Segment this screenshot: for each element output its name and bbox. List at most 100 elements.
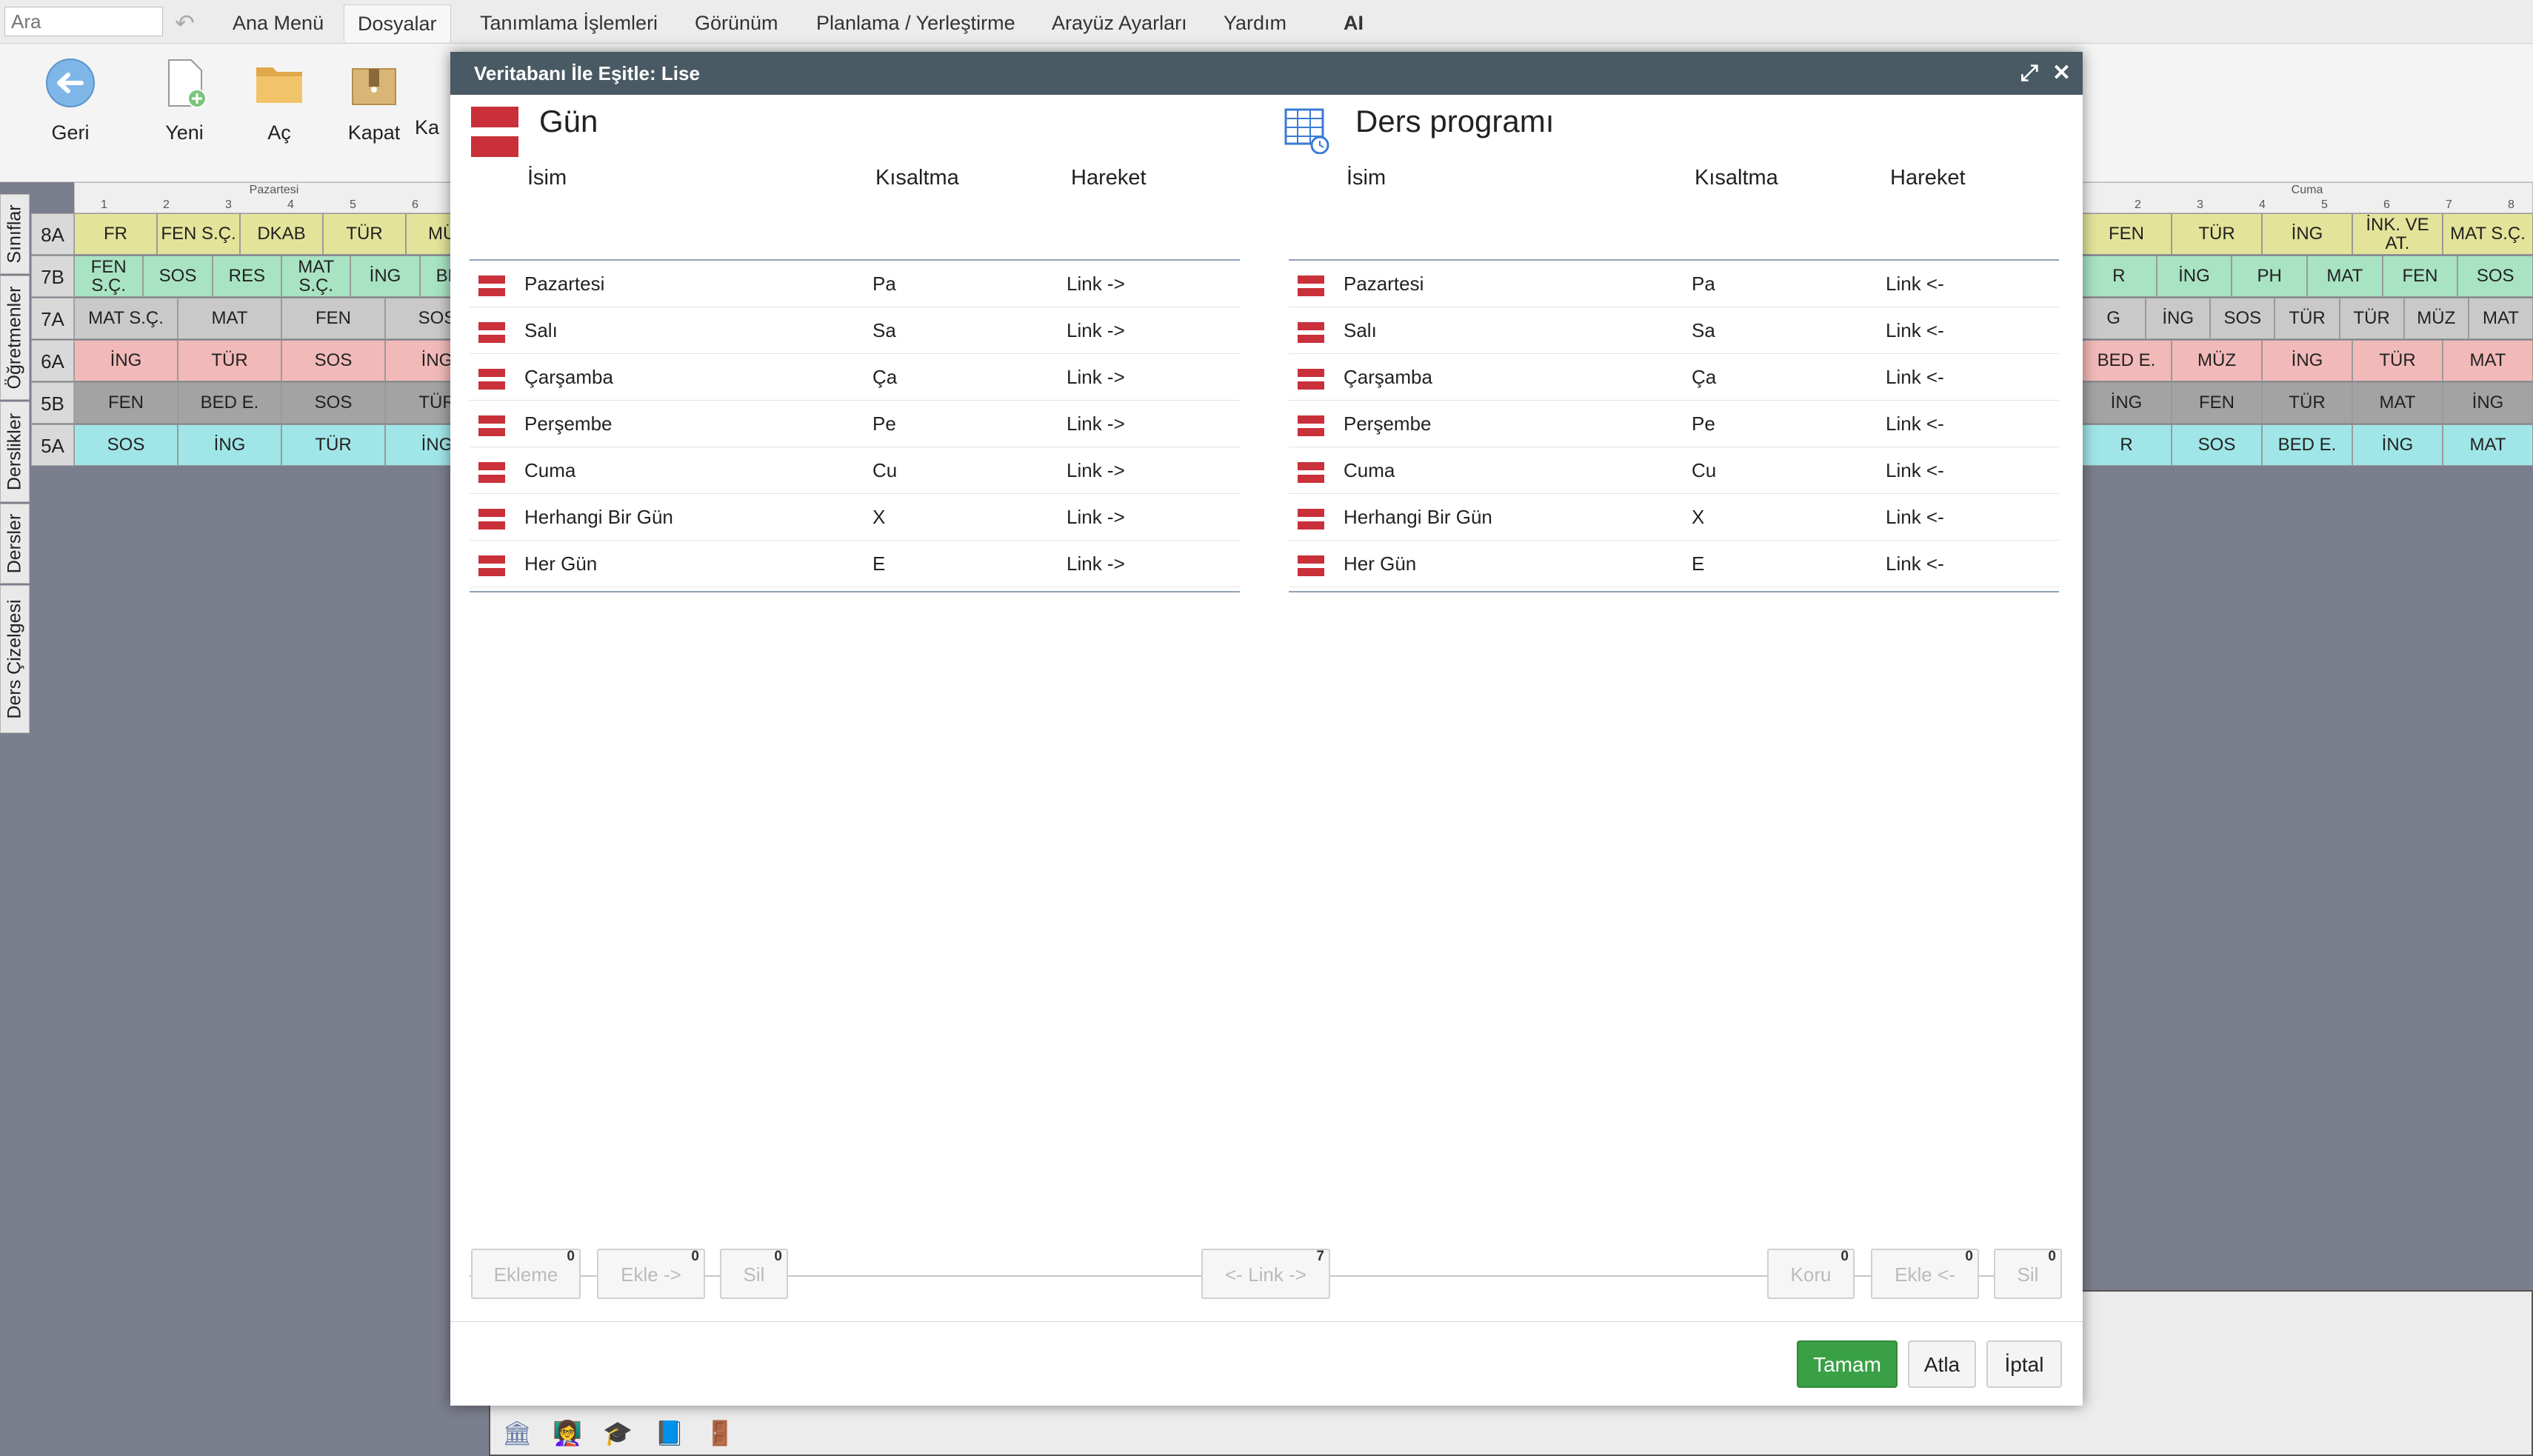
- new-button[interactable]: Yeni: [144, 57, 225, 144]
- lesson-cell[interactable]: SOS: [2457, 256, 2533, 297]
- lesson-cell[interactable]: BED E.: [2262, 424, 2352, 466]
- col-header-name[interactable]: İsim: [1346, 166, 1386, 190]
- table-row[interactable]: Her Gün E Link ->: [470, 541, 1240, 587]
- class-label[interactable]: 5A: [31, 424, 74, 466]
- close-icon[interactable]: ✕: [2052, 52, 2071, 95]
- row-action[interactable]: Link ->: [1067, 541, 1125, 587]
- table-row[interactable]: Herhangi Bir Gün X Link ->: [470, 494, 1240, 541]
- graduation-cap-icon[interactable]: 🎓: [603, 1419, 633, 1447]
- lesson-cell[interactable]: DKAB: [240, 213, 323, 255]
- menu-dosyalar[interactable]: Dosyalar: [344, 4, 451, 42]
- row-action[interactable]: Link <-: [1886, 401, 1944, 447]
- class-label[interactable]: 7A: [31, 298, 74, 339]
- menu-yardim[interactable]: Yardım: [1210, 4, 1300, 41]
- lesson-cell[interactable]: MAT S.Ç.: [74, 298, 178, 339]
- lesson-cell[interactable]: MAT: [2468, 298, 2533, 339]
- menu-planlama[interactable]: Planlama / Yerleştirme: [803, 4, 1029, 41]
- row-action[interactable]: Link <-: [1886, 494, 1944, 541]
- undo-icon[interactable]: ↶: [175, 9, 195, 37]
- lesson-cell[interactable]: İNK. VE AT.: [2352, 213, 2443, 255]
- door-icon[interactable]: 🚪: [705, 1419, 735, 1447]
- row-action[interactable]: Link <-: [1886, 261, 1944, 307]
- lesson-cell[interactable]: FEN S.Ç.: [157, 213, 240, 255]
- table-row[interactable]: Pazartesi Pa Link ->: [470, 261, 1240, 307]
- menu-gorunum[interactable]: Görünüm: [681, 4, 792, 41]
- col-header-action[interactable]: Hareket: [1071, 166, 1147, 190]
- class-label[interactable]: 6A: [31, 340, 74, 381]
- cancel-button[interactable]: İptal: [1986, 1340, 2062, 1388]
- col-header-abbr[interactable]: Kısaltma: [875, 166, 959, 190]
- menu-ana-menu[interactable]: Ana Menü: [219, 4, 337, 41]
- lesson-cell[interactable]: PH: [2232, 256, 2307, 297]
- lesson-cell[interactable]: FEN: [2172, 382, 2262, 424]
- lesson-cell[interactable]: MAT: [2443, 340, 2533, 381]
- lesson-cell[interactable]: FR: [74, 213, 157, 255]
- koru-button[interactable]: Koru 0: [1767, 1249, 1855, 1299]
- sil-right-button[interactable]: Sil 0: [1994, 1249, 2062, 1299]
- menu-tanimlama[interactable]: Tanımlama İşlemleri: [467, 4, 671, 41]
- lesson-cell[interactable]: SOS: [74, 424, 178, 466]
- menu-arayuz[interactable]: Arayüz Ayarları: [1038, 4, 1201, 41]
- lesson-cell[interactable]: SOS: [281, 340, 385, 381]
- lesson-cell[interactable]: TÜR: [2262, 382, 2352, 424]
- lesson-cell[interactable]: RES: [212, 256, 281, 297]
- tab-siniflar[interactable]: Sınıflar: [0, 194, 30, 274]
- table-row[interactable]: Herhangi Bir Gün X Link <-: [1289, 494, 2059, 541]
- tab-derslikler[interactable]: Derslikler: [0, 401, 30, 502]
- lesson-cell[interactable]: SOS: [2172, 424, 2262, 466]
- lesson-cell[interactable]: İNG: [2262, 340, 2352, 381]
- lesson-cell[interactable]: İNG: [2081, 382, 2172, 424]
- lesson-cell[interactable]: MAT: [2352, 382, 2443, 424]
- lesson-cell[interactable]: MÜZ: [2403, 298, 2469, 339]
- row-action[interactable]: Link <-: [1886, 307, 1944, 354]
- expand-icon[interactable]: ⤢: [2020, 52, 2038, 95]
- lesson-cell[interactable]: BED E.: [2081, 340, 2172, 381]
- tab-ders-cizelgesi[interactable]: Ders Çizelgesi: [0, 585, 30, 733]
- lesson-cell[interactable]: İNG: [2262, 213, 2352, 255]
- lesson-cell[interactable]: R: [2081, 256, 2157, 297]
- lesson-cell[interactable]: TÜR: [281, 424, 385, 466]
- col-header-action[interactable]: Hareket: [1890, 166, 1966, 190]
- ekle-left-button[interactable]: Ekle <- 0: [1871, 1249, 1979, 1299]
- ekle-right-button[interactable]: Ekle -> 0: [597, 1249, 705, 1299]
- ekleme-button[interactable]: Ekleme 0: [471, 1249, 581, 1299]
- tab-ogretmenler[interactable]: Öğretmenler: [0, 275, 30, 400]
- row-action[interactable]: Link ->: [1067, 401, 1125, 447]
- table-row[interactable]: Cuma Cu Link <-: [1289, 447, 2059, 494]
- table-row[interactable]: Cuma Cu Link ->: [470, 447, 1240, 494]
- table-row[interactable]: Salı Sa Link ->: [470, 307, 1240, 354]
- link-button[interactable]: <- Link -> 7: [1201, 1249, 1330, 1299]
- search-input[interactable]: [4, 7, 163, 36]
- lesson-cell[interactable]: İNG: [2443, 382, 2533, 424]
- menu-ai[interactable]: AI: [1330, 4, 1377, 41]
- lesson-cell[interactable]: SOS: [2210, 298, 2275, 339]
- lesson-cell[interactable]: MAT: [178, 298, 281, 339]
- lesson-cell[interactable]: FEN: [281, 298, 385, 339]
- close-file-button[interactable]: Kapat: [333, 57, 415, 144]
- class-label[interactable]: 5B: [31, 382, 74, 424]
- lesson-cell[interactable]: R: [2081, 424, 2172, 466]
- lesson-cell[interactable]: MÜZ: [2172, 340, 2262, 381]
- row-action[interactable]: Link ->: [1067, 307, 1125, 354]
- table-row[interactable]: Perşembe Pe Link <-: [1289, 401, 2059, 447]
- teacher-icon[interactable]: 👩‍🏫: [553, 1419, 582, 1447]
- table-row[interactable]: Salı Sa Link <-: [1289, 307, 2059, 354]
- skip-button[interactable]: Atla: [1908, 1340, 1976, 1388]
- row-action[interactable]: Link <-: [1886, 354, 1944, 401]
- lesson-cell[interactable]: G: [2081, 298, 2146, 339]
- table-row[interactable]: Her Gün E Link <-: [1289, 541, 2059, 587]
- sil-left-button[interactable]: Sil 0: [720, 1249, 788, 1299]
- lesson-cell[interactable]: İNG: [178, 424, 281, 466]
- table-row[interactable]: Çarşamba Ça Link ->: [470, 354, 1240, 401]
- lesson-cell[interactable]: İNG: [2146, 298, 2211, 339]
- open-button[interactable]: Aç: [238, 57, 320, 144]
- lesson-cell[interactable]: TÜR: [2339, 298, 2404, 339]
- lesson-cell[interactable]: İNG: [350, 256, 420, 297]
- lesson-cell[interactable]: SOS: [281, 382, 385, 424]
- back-button[interactable]: Geri: [30, 57, 111, 144]
- lesson-cell[interactable]: TÜR: [323, 213, 406, 255]
- table-row[interactable]: Çarşamba Ça Link <-: [1289, 354, 2059, 401]
- lesson-cell[interactable]: FEN: [74, 382, 178, 424]
- lesson-cell[interactable]: MAT S.Ç.: [281, 256, 351, 297]
- book-icon[interactable]: 📘: [655, 1419, 684, 1447]
